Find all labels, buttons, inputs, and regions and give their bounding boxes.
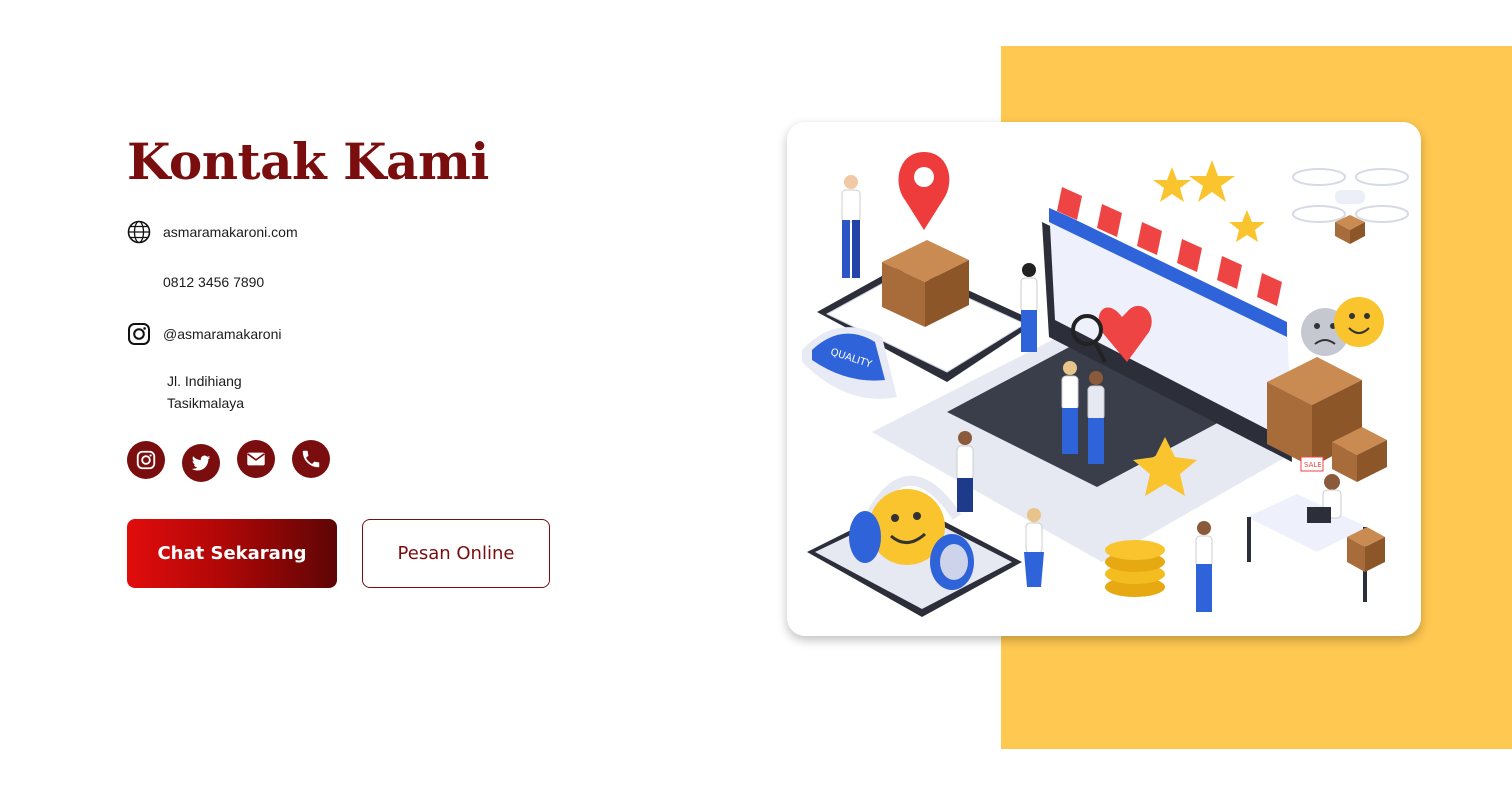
- phone-text: 0812 3456 7890: [163, 274, 265, 290]
- person-with-clipboard: [841, 175, 861, 278]
- illustration-card: QUALITY SALE: [787, 122, 1421, 636]
- social-links: [127, 440, 347, 482]
- coin-stack: [1105, 540, 1165, 597]
- website-text: asmaramakaroni.com: [163, 224, 298, 240]
- contact-instagram[interactable]: @asmaramakaroni: [127, 322, 281, 346]
- order-online-button[interactable]: Pesan Online: [362, 519, 550, 588]
- instagram-text: @asmaramakaroni: [163, 326, 282, 342]
- address-line-1: Jl. Indihiang: [167, 373, 242, 389]
- support-desk: [1247, 474, 1385, 602]
- phone-placeholder-icon: [127, 270, 151, 294]
- sale-tag-label: SALE: [1304, 461, 1322, 469]
- page-title: Kontak Kami: [127, 132, 489, 191]
- package-with-pin: [882, 152, 969, 327]
- address-line-2: Tasikmalaya: [167, 395, 245, 411]
- phone-icon[interactable]: [292, 440, 330, 478]
- globe-icon: [127, 220, 151, 244]
- contact-phone[interactable]: 0812 3456 7890: [127, 270, 264, 294]
- contact-website[interactable]: asmaramakaroni.com: [127, 220, 298, 244]
- mail-icon[interactable]: [237, 440, 275, 478]
- emoji-faces: [1301, 297, 1384, 356]
- chat-now-button[interactable]: Chat Sekarang: [127, 519, 337, 588]
- headphones-tablet: [807, 475, 1022, 617]
- contact-page: Kontak Kami asmaramakaroni.com 0812 3456…: [0, 0, 1512, 795]
- twitter-icon[interactable]: [182, 444, 220, 482]
- instagram-icon[interactable]: [127, 441, 165, 479]
- instagram-outline-icon: [127, 322, 151, 346]
- drone: [1292, 168, 1409, 244]
- contact-address: Jl. Indihiang Tasikmalaya: [167, 370, 244, 414]
- box-stack: SALE: [1267, 357, 1387, 482]
- ecommerce-illustration: QUALITY SALE: [802, 152, 1409, 617]
